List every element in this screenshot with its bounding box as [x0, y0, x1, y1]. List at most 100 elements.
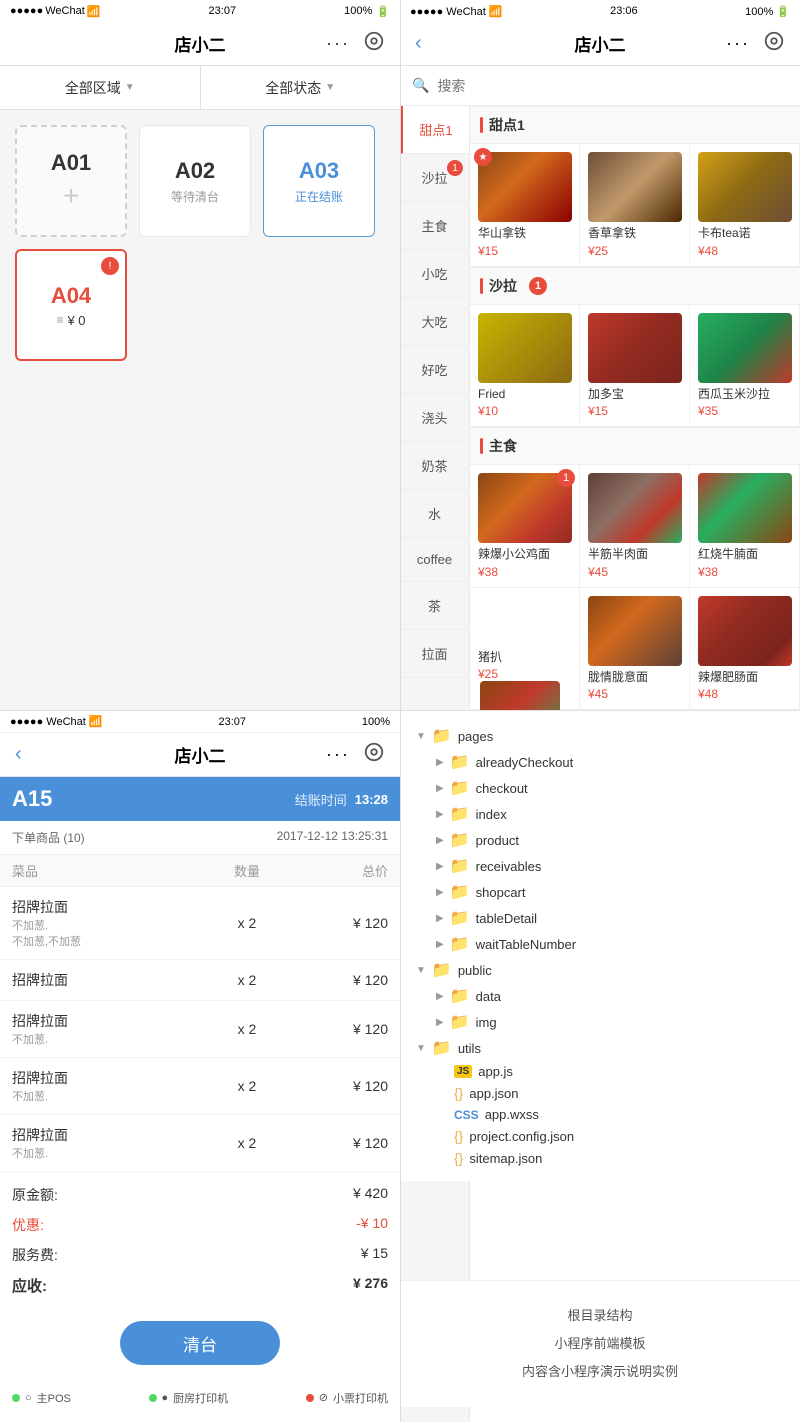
- battery-pct-left: 100%: [344, 5, 372, 17]
- item-name-lajiao2: 辣爆肥肠面: [698, 670, 791, 686]
- cat-item-big[interactable]: 大吃: [400, 298, 469, 346]
- table-A03[interactable]: A03 正在结账: [263, 125, 375, 237]
- pos-status: ○ 主POS: [12, 1390, 71, 1406]
- scan-icon-right[interactable]: [763, 30, 785, 57]
- table-num-A04: A04: [51, 283, 91, 309]
- receipt-menu-dots[interactable]: ···: [326, 744, 350, 765]
- tree-item-appwxss[interactable]: CSS app.wxss: [416, 1104, 784, 1125]
- receipt-battery: 100%: [362, 716, 390, 728]
- desc-line1: 根目录结构: [420, 1303, 780, 1329]
- cat-label-water: 水: [428, 507, 441, 522]
- item-price-xiangcao: ¥25: [588, 244, 681, 258]
- battery-icon-right: 🔋: [776, 6, 790, 18]
- tree-item-shopcart[interactable]: ▶ 📁 shopcart: [416, 879, 784, 905]
- scan-icon-left[interactable]: [363, 30, 385, 57]
- item-name-jiabao: 加多宝: [588, 387, 681, 403]
- cat-item-sala[interactable]: 沙拉 1: [400, 154, 469, 202]
- menu-dots-left[interactable]: ···: [326, 33, 350, 54]
- signal-dots: ●●●●●: [10, 5, 43, 17]
- menu-item-kabu[interactable]: 卡布tea诺 ¥48: [690, 144, 800, 267]
- tree-item-img[interactable]: ▶ 📁 img: [416, 1009, 784, 1035]
- pos-label: ○: [25, 1392, 32, 1404]
- cat-item-jiao[interactable]: 浇头: [400, 394, 469, 442]
- col-header-qty: 数量: [200, 861, 294, 880]
- tree-label-utils: utils: [458, 1041, 481, 1056]
- tree-toggle-tabledetail: ▶: [436, 913, 444, 924]
- menu-item-huashan[interactable]: ★ 华山拿铁 ¥15: [470, 144, 580, 267]
- table-num-A02: A02: [175, 158, 215, 184]
- status-filter-label: 全部状态: [265, 78, 321, 98]
- back-button[interactable]: ‹: [15, 743, 22, 766]
- wifi-icon: 📶: [87, 5, 101, 18]
- tree-item-index[interactable]: ▶ 📁 index: [416, 801, 784, 827]
- item-price-hongsao: ¥38: [698, 565, 791, 579]
- tree-item-appjs[interactable]: JS app.js: [416, 1061, 784, 1082]
- tree-item-alreadycheckout[interactable]: ▶ 📁 alreadyCheckout: [416, 749, 784, 775]
- tree-item-receivables[interactable]: ▶ 📁 receivables: [416, 853, 784, 879]
- clear-table-button[interactable]: 清台: [120, 1321, 280, 1365]
- cat-item-coffee[interactable]: coffee: [400, 538, 469, 582]
- tree-item-public[interactable]: ▼ 📁 public: [416, 957, 784, 983]
- table-A02[interactable]: A02 等待清台: [139, 125, 251, 237]
- checkout-time: 13:28: [355, 792, 388, 807]
- cat-item-hao[interactable]: 好吃: [400, 346, 469, 394]
- search-input[interactable]: [437, 78, 788, 94]
- back-button-right[interactable]: ‹: [415, 32, 422, 55]
- table-A04[interactable]: ! A04 ≡ ¥ 0: [15, 249, 127, 361]
- item-total-2: ¥ 120: [294, 972, 388, 988]
- item-name-zhupa: 猪扒: [478, 650, 571, 666]
- status-bar-right: ●●●●● WeChat 📶 23:06 100% 🔋: [400, 0, 800, 22]
- cat-item-cha[interactable]: 茶: [400, 582, 469, 630]
- table-A01[interactable]: A01 +: [15, 125, 127, 237]
- status-filter[interactable]: 全部状态 ▼: [201, 66, 401, 109]
- tree-item-data[interactable]: ▶ 📁 data: [416, 983, 784, 1009]
- menu-item-xigua[interactable]: 西瓜玉米沙拉 ¥35: [690, 305, 800, 428]
- menu-item-fried[interactable]: Fried ¥10: [470, 305, 580, 428]
- tree-label-tabledetail: tableDetail: [476, 911, 537, 926]
- section-title-main: 主食: [489, 436, 517, 456]
- cat-badge-sala: 1: [447, 160, 463, 176]
- order-item-2: 招牌拉面 x 2 ¥ 120: [0, 960, 400, 1001]
- cat-item-milk[interactable]: 奶茶: [400, 442, 469, 490]
- folder-icon-tabledetail: 📁: [450, 908, 470, 928]
- tree-toggle-receivables: ▶: [436, 861, 444, 872]
- status-filter-arrow: ▼: [325, 82, 335, 93]
- menu-item-jiabao[interactable]: 加多宝 ¥15: [580, 305, 690, 428]
- tree-item-projectconfig[interactable]: {} project.config.json: [416, 1125, 784, 1147]
- menu-item-lajiao2[interactable]: 辣爆肥肠面 ¥48: [690, 588, 800, 711]
- tree-item-utils[interactable]: ▼ 📁 utils: [416, 1035, 784, 1061]
- tree-item-waittable[interactable]: ▶ 📁 waitTableNumber: [416, 931, 784, 957]
- folder-icon-utils: 📁: [432, 1038, 452, 1058]
- item-name-5: 招牌拉面: [12, 1125, 200, 1145]
- item-price-lajiao2: ¥48: [698, 687, 791, 701]
- cat-item-water[interactable]: 水: [400, 490, 469, 538]
- menu-item-banfin[interactable]: 半筋半肉面 ¥45: [580, 465, 690, 588]
- cat-item-main[interactable]: 主食: [400, 202, 469, 250]
- tree-label-index: index: [476, 807, 507, 822]
- menu-item-lajiao1[interactable]: 1 辣爆小公鸡面 ¥38: [470, 465, 580, 588]
- tree-label-appjson: app.json: [469, 1086, 518, 1101]
- tree-item-sitemap[interactable]: {} sitemap.json: [416, 1147, 784, 1169]
- section-title-sala: 沙拉: [489, 276, 517, 296]
- menu-dots-right[interactable]: ···: [726, 33, 750, 54]
- menu-item-paoqing[interactable]: 胧情胧意面 ¥45: [580, 588, 690, 711]
- bottom-status-bar: ○ 主POS ● 厨房打印机 ⊘ 小票打印机: [0, 1372, 400, 1422]
- item-qty-5: x 2: [200, 1135, 294, 1151]
- receipt-scan-icon[interactable]: [363, 741, 385, 768]
- tree-item-appjson[interactable]: {} app.json: [416, 1082, 784, 1104]
- menu-item-hongsao[interactable]: 红烧牛腩面 ¥38: [690, 465, 800, 588]
- app-title-right: 店小二: [575, 31, 626, 56]
- cat-item-snack[interactable]: 小吃: [400, 250, 469, 298]
- tree-item-checkout[interactable]: ▶ 📁 checkout: [416, 775, 784, 801]
- folder-icon-data: 📁: [450, 986, 470, 1006]
- area-filter[interactable]: 全部区域 ▼: [0, 66, 201, 109]
- cat-item-lamian[interactable]: 拉面: [400, 630, 469, 678]
- cat-item-tian1[interactable]: 甜点1: [400, 106, 469, 154]
- cat-label-hao: 好吃: [421, 363, 447, 378]
- tree-item-product[interactable]: ▶ 📁 product: [416, 827, 784, 853]
- tree-item-tabledetail[interactable]: ▶ 📁 tableDetail: [416, 905, 784, 931]
- main-items: 1 辣爆小公鸡面 ¥38 半筋半肉面 ¥45 红烧牛腩面 ¥38: [470, 465, 800, 710]
- menu-item-xiangcao[interactable]: 香草拿铁 ¥25: [580, 144, 690, 267]
- receipt-printer-status: ⊘ 小票打印机: [306, 1390, 388, 1406]
- tree-item-pages[interactable]: ▼ 📁 pages: [416, 723, 784, 749]
